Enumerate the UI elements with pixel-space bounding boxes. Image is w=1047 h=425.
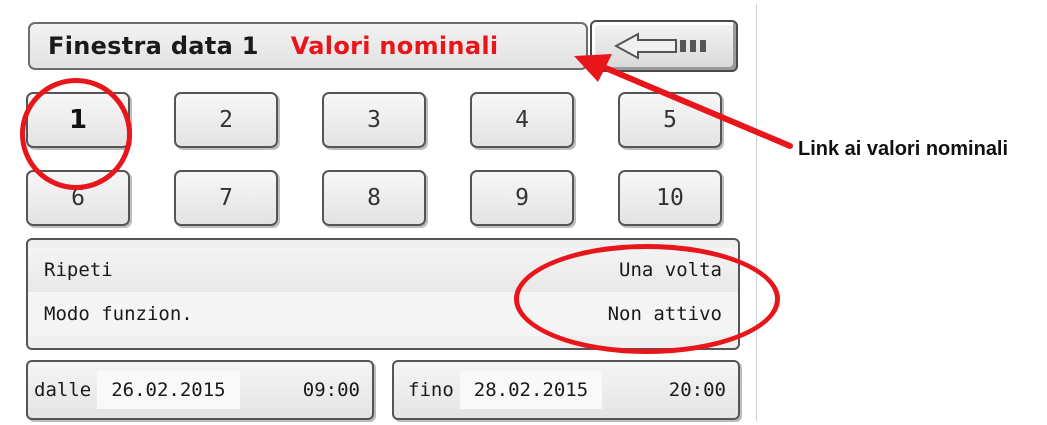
- to-time: 20:00: [668, 379, 726, 401]
- from-time: 09:00: [302, 379, 360, 401]
- title-bar: Finestra data 1 Valori nominali: [28, 22, 588, 70]
- slot-button-1[interactable]: 1: [26, 92, 130, 148]
- to-label: fino: [408, 379, 454, 401]
- setpoint-values-link[interactable]: Valori nominali: [291, 32, 499, 60]
- slot-button-10[interactable]: 10: [618, 170, 722, 226]
- from-label: dalle: [34, 379, 92, 401]
- slot-button-8[interactable]: 8: [322, 170, 426, 226]
- operating-mode-value: Non attivo: [607, 303, 722, 325]
- back-arrow-icon: [614, 32, 706, 60]
- window-title: Finestra data 1: [48, 32, 259, 60]
- slot-button-3[interactable]: 3: [322, 92, 426, 148]
- from-date: 26.02.2015: [97, 371, 240, 409]
- back-button[interactable]: [590, 20, 738, 72]
- to-datetime-field[interactable]: fino 28.02.2015 20:00: [392, 360, 740, 420]
- repeat-value: Una volta: [619, 259, 722, 281]
- repeat-label: Ripeti: [44, 259, 113, 281]
- operating-mode-row[interactable]: Modo funzion. Non attivo: [28, 292, 738, 336]
- slot-button-2[interactable]: 2: [174, 92, 278, 148]
- slot-button-9[interactable]: 9: [470, 170, 574, 226]
- operating-mode-label: Modo funzion.: [44, 303, 193, 325]
- to-date: 28.02.2015: [459, 371, 603, 409]
- repeat-row[interactable]: Ripeti Una volta: [28, 248, 738, 292]
- slot-button-6[interactable]: 6: [26, 170, 130, 226]
- slot-button-4[interactable]: 4: [470, 92, 574, 148]
- settings-panel: Ripeti Una volta Modo funzion. Non attiv…: [26, 238, 740, 350]
- slot-button-7[interactable]: 7: [174, 170, 278, 226]
- from-datetime-field[interactable]: dalle 26.02.2015 09:00: [26, 360, 374, 420]
- slot-button-5[interactable]: 5: [618, 92, 722, 148]
- annotation-label: Link ai valori nominali: [798, 138, 1009, 160]
